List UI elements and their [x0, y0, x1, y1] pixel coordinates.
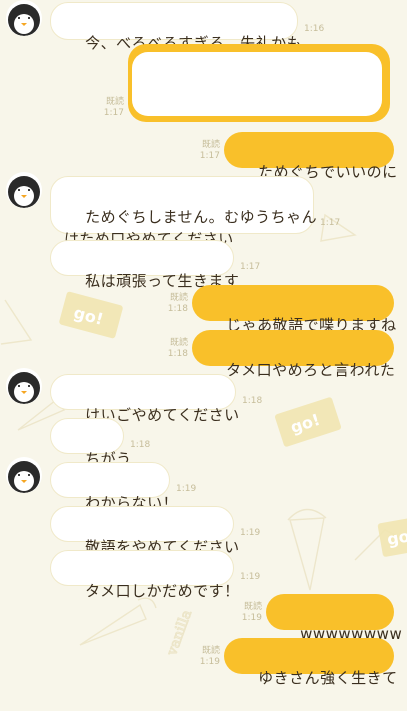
incoming-message-bubble[interactable]: ちがう [50, 418, 131, 468]
message-timestamp: 1:19 [240, 528, 261, 538]
message-text: タメ口やめろと言われた [226, 361, 396, 379]
message-timestamp: 1:18 [130, 440, 151, 450]
outgoing-message-bubble[interactable]: ゆきさん強く生きて [224, 638, 397, 687]
incoming-message-bubble[interactable]: 私は頑張って生きます [50, 240, 239, 290]
outgoing-message-bubble[interactable]: ためぐちでいいのに [224, 132, 397, 181]
incoming-message-bubble[interactable]: 敬語をやめてください [50, 506, 239, 556]
chat-area[interactable]: 今、べろべろすぎる、失礼かも 1:16 既読 1:17 既読 1:17 ためぐち… [0, 0, 407, 687]
message-read-status: 既読 1:19 [241, 602, 262, 623]
redacted-message-content [132, 52, 382, 116]
message-read-status: 既読 1:18 [167, 293, 188, 314]
incoming-message-bubble[interactable]: けいごやめてください [50, 374, 239, 424]
message-timestamp: 1:19 [240, 572, 261, 582]
penguin-avatar-icon[interactable] [6, 172, 42, 208]
incoming-message-bubble[interactable]: ためぐちしません。むゆうちゃん はため口やめてください [50, 176, 317, 248]
message-timestamp: 1:16 [304, 24, 325, 34]
message-timestamp: 1:19 [176, 484, 197, 494]
outgoing-message-bubble[interactable]: wwwwwwww [266, 594, 402, 643]
penguin-avatar-icon[interactable] [6, 368, 42, 404]
message-timestamp: 1:17 [240, 262, 261, 272]
message-timestamp: 1:17 [320, 218, 341, 228]
outgoing-message-bubble[interactable]: タメ口やめろと言われた [192, 330, 395, 379]
message-read-status: 既読 1:19 [199, 646, 220, 667]
penguin-avatar-icon[interactable] [6, 457, 42, 493]
incoming-message-bubble[interactable]: 今、べろべろすぎる、失礼かも [50, 2, 302, 52]
message-text: タメ口しかだめです！ [85, 582, 240, 600]
message-text: ゆきさん強く生きて [258, 669, 398, 687]
incoming-message-bubble[interactable]: タメ口しかだめです！ [50, 550, 239, 600]
message-read-status: 既読 1:17 [103, 97, 124, 118]
message-read-status: 既読 1:17 [199, 140, 220, 161]
incoming-message-bubble[interactable]: わからない！ [50, 462, 178, 512]
penguin-avatar-icon[interactable] [6, 0, 42, 36]
outgoing-message-bubble[interactable] [128, 44, 390, 122]
message-read-status: 既読 1:18 [167, 338, 188, 359]
outgoing-message-bubble[interactable]: じゃあ敬語で喋りますね [192, 285, 396, 334]
message-timestamp: 1:18 [242, 396, 263, 406]
